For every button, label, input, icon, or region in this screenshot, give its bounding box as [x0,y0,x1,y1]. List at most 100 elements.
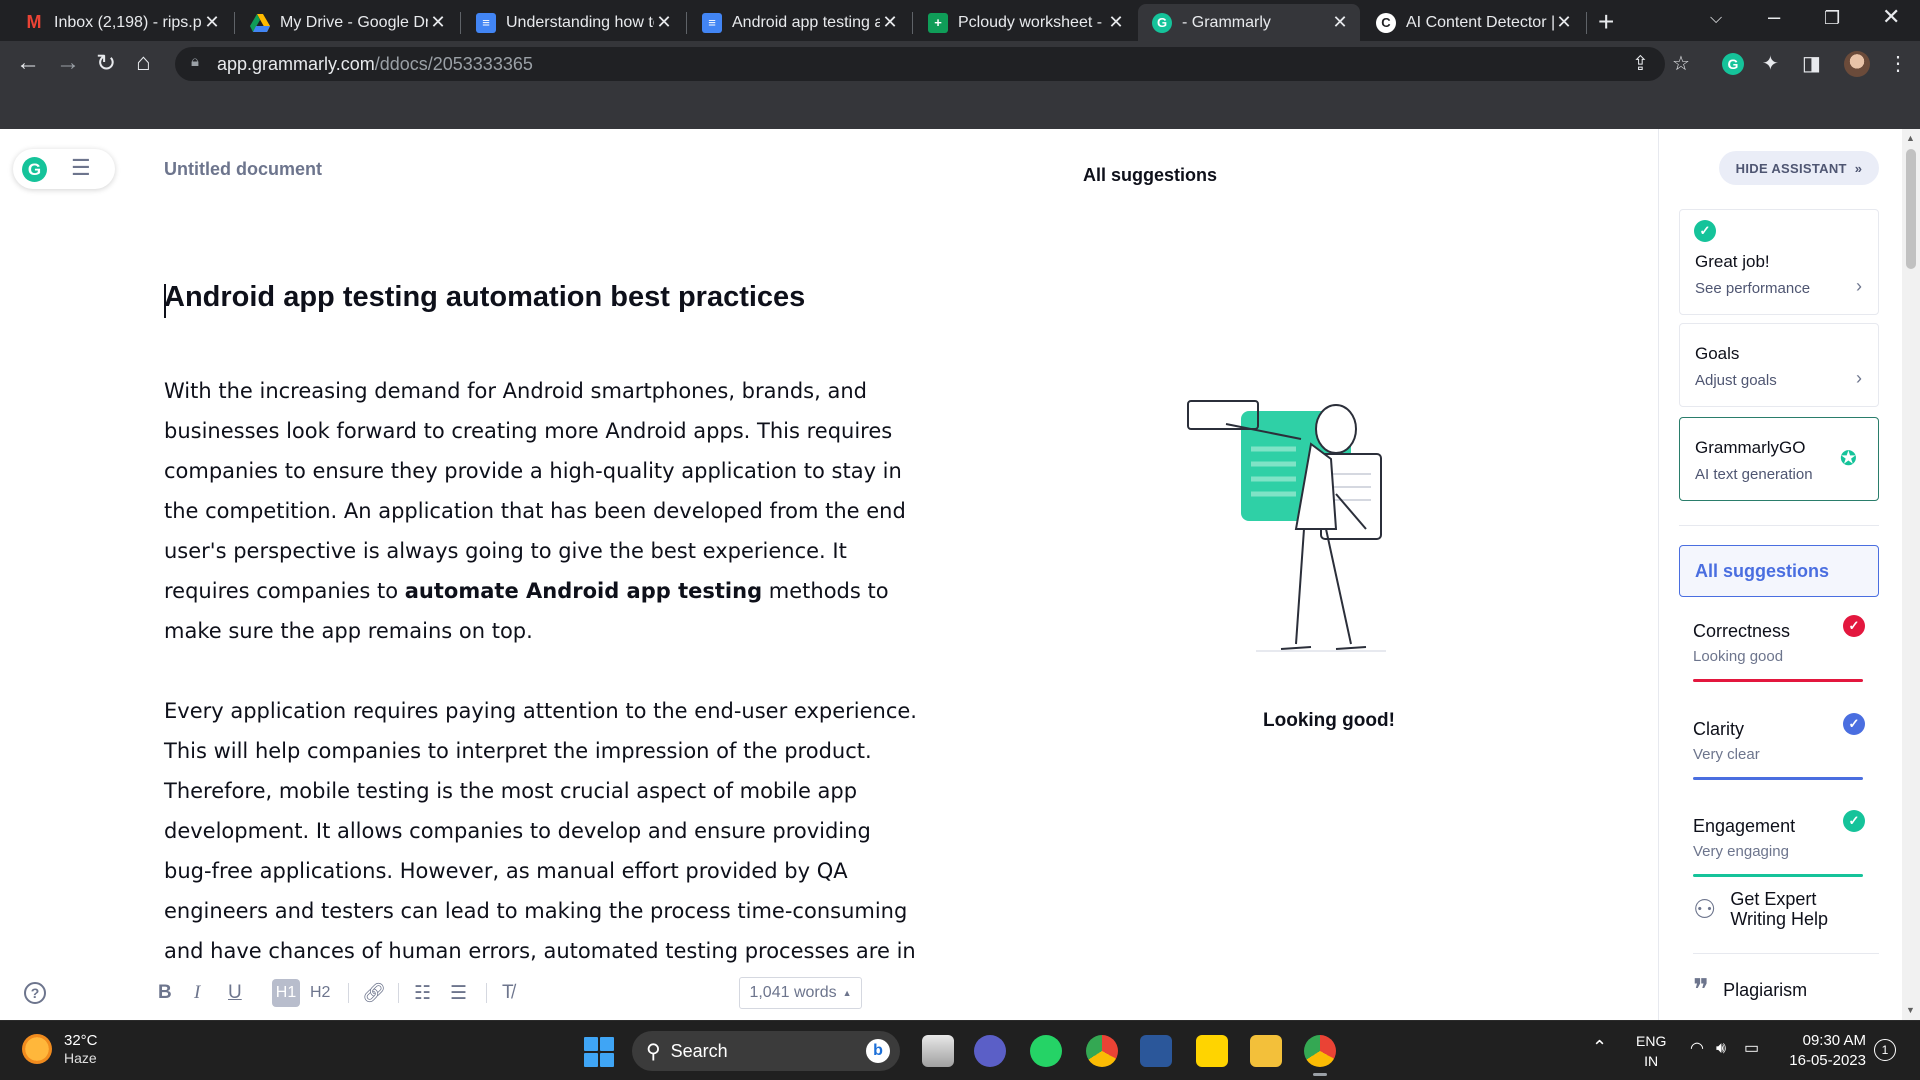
heading-2-button[interactable]: H2 [310,979,330,1007]
scroll-down-icon[interactable]: ▼ [1906,1005,1915,1015]
bookmarks-bar [0,87,1920,129]
check-icon: ✓ [1843,615,1865,637]
forward-arrow-icon[interactable]: → [56,49,80,77]
toolbar-divider [486,983,487,1003]
all-suggestions-tab[interactable]: All suggestions [1679,545,1879,597]
extensions-puzzle-icon[interactable]: ✦ [1762,51,1779,76]
tab-android-doc[interactable]: ≡ Android app testing a ✕ [688,4,910,41]
tab-pcloudy-sheet[interactable]: + Pcloudy worksheet - G ✕ [914,4,1136,41]
grammarly-menu-badge[interactable]: G ☰ [13,149,115,189]
bulleted-list-icon[interactable]: ☰ [450,979,467,1007]
grammarlygo-card[interactable]: GrammarlyGO AI text generation ✪ [1679,417,1879,501]
system-clock[interactable]: 09:30 AM 16-05-2023 [1782,1031,1866,1071]
category-engagement[interactable]: Engagement Very engaging ✓ [1693,810,1865,877]
windows-start-icon[interactable] [584,1037,614,1067]
more-menu-icon[interactable]: ⋮ [1888,51,1908,76]
close-icon[interactable]: ✕ [1330,12,1350,33]
teams-chat-icon[interactable] [974,1035,1006,1067]
taskbar-search[interactable]: ⚲ Search b [632,1031,900,1071]
close-window-button[interactable]: ✕ [1882,4,1900,30]
close-icon[interactable]: ✕ [880,12,900,33]
language-indicator[interactable]: ENG IN [1636,1031,1666,1071]
volume-icon[interactable]: 🔊︎ [1716,1039,1726,1059]
chevron-right-icon: › [1856,276,1862,296]
bookmark-star-icon[interactable]: ☆ [1672,51,1690,76]
chrome-active-icon[interactable] [1304,1035,1336,1076]
tab-understanding-doc[interactable]: ≡ Understanding how to ✕ [462,4,684,41]
looking-good-status: Looking good! [1263,710,1395,731]
numbered-list-icon[interactable]: ☷ [414,979,431,1007]
category-correctness[interactable]: Correctness Looking good ✓ [1693,615,1865,682]
notification-badge[interactable]: 1 [1874,1039,1896,1061]
close-icon[interactable]: ✕ [654,12,674,33]
chevron-up-icon[interactable]: ⌃ [1592,1037,1607,1057]
new-tab-button[interactable]: + [1598,6,1614,38]
scroll-up-icon[interactable]: ▲ [1906,133,1915,143]
card-title: Goals [1695,344,1740,363]
double-chevron-right-icon: » [1854,160,1863,176]
tab-title: Inbox (2,198) - rips.pr [54,13,202,31]
battery-icon[interactable]: ▭ [1744,1039,1759,1059]
chrome-icon[interactable] [1086,1035,1118,1067]
close-icon[interactable]: ✕ [428,12,448,33]
address-bar[interactable]: 🔒︎ app.grammarly.com/ddocs/2053333365 [175,47,1665,81]
home-icon[interactable]: ⌂ [136,49,151,77]
reload-icon[interactable]: ↻ [96,49,116,78]
sticky-notes-icon[interactable] [1196,1035,1228,1067]
document-heading[interactable]: Android app testing automation best prac… [164,281,805,314]
italic-button[interactable]: I [194,979,200,1007]
hide-assistant-button[interactable]: HIDE ASSISTANT» [1719,151,1879,185]
expert-help-label: Get Expert Writing Help [1730,889,1829,929]
wifi-icon[interactable]: ◠ [1690,1039,1704,1059]
expert-help-button[interactable]: ⚇ Get Expert Writing Help [1693,889,1860,929]
divider [1679,525,1879,526]
whatsapp-icon[interactable] [1030,1035,1062,1067]
folder-icon[interactable] [1250,1035,1282,1067]
weather-widget[interactable]: 32°C Haze [22,1031,98,1066]
underline-button[interactable]: U [228,979,242,1007]
goals-card[interactable]: Goals Adjust goals › [1679,323,1879,407]
tab-grammarly[interactable]: G - Grammarly ✕ [1138,4,1360,41]
back-arrow-icon[interactable]: ← [16,49,40,77]
chevron-down-icon[interactable]: ⌵ [1710,10,1722,28]
share-icon[interactable]: ⇪ [1632,51,1649,76]
link-icon[interactable]: 🔗︎ [362,979,386,1007]
tab-title: Pcloudy worksheet - G [958,13,1106,31]
tab-divider [912,12,913,34]
side-panel-icon[interactable]: ◨ [1802,51,1821,76]
restore-button[interactable]: ❐ [1824,8,1840,29]
minimize-button[interactable]: – [1768,4,1780,30]
plagiarism-label: Plagiarism [1723,980,1808,1000]
category-status: Looking good [1693,648,1784,665]
close-icon[interactable]: ✕ [1106,12,1126,33]
close-icon[interactable]: ✕ [1554,12,1574,33]
file-explorer-icon[interactable] [922,1035,954,1067]
tab-divider [234,12,235,34]
profile-avatar[interactable] [1844,51,1870,77]
paragraph-2[interactable]: Every application requires paying attent… [164,691,924,1011]
hamburger-menu-icon[interactable]: ☰ [71,155,91,181]
heading-1-button[interactable]: H1 [272,979,300,1007]
plagiarism-button[interactable]: ❞ Plagiarism [1693,973,1807,1008]
clear-formatting-icon[interactable]: T̸ [502,979,514,1007]
word-icon[interactable] [1140,1035,1172,1067]
grammarly-logo-icon: G [22,157,47,182]
paragraph-1[interactable]: With the increasing demand for Android s… [164,371,924,651]
document-title[interactable]: Untitled document [164,159,322,180]
scrollbar-thumb[interactable] [1906,149,1916,269]
grammarly-extension-icon[interactable]: G [1722,53,1744,75]
tab-ai-content-detector[interactable]: C AI Content Detector | ✕ [1362,4,1584,41]
page-scrollbar[interactable]: ▲ ▼ [1902,129,1920,1020]
browser-toolbar: ← → ↻ ⌂ 🔒︎ app.grammarly.com/ddocs/20533… [0,41,1920,87]
help-icon[interactable]: ? [24,982,46,1004]
bing-icon[interactable]: b [866,1039,890,1063]
category-clarity[interactable]: Clarity Very clear ✓ [1693,713,1865,780]
tab-google-drive[interactable]: My Drive - Google Dr ✕ [236,4,458,41]
performance-card[interactable]: ✓ Great job! See performance › [1679,209,1879,315]
close-icon[interactable]: ✕ [202,12,222,33]
tab-title: AI Content Detector | [1406,13,1554,31]
tab-gmail[interactable]: M Inbox (2,198) - rips.pr ✕ [10,4,232,41]
bold-button[interactable]: B [158,979,172,1007]
google-drive-icon [250,13,270,33]
word-count-button[interactable]: 1,041 words ▲ [739,977,862,1009]
